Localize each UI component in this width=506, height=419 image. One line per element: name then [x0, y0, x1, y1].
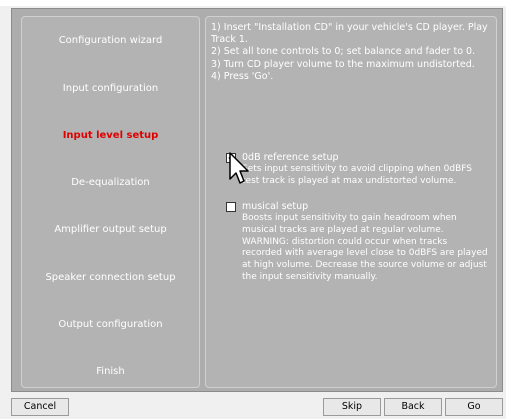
checkbox-0db-reference[interactable]: ✓ — [226, 153, 236, 163]
nav-item-finish[interactable]: Finish — [22, 366, 199, 377]
instruction-line-4: 4) Press 'Go'. — [211, 70, 274, 82]
back-button[interactable]: Back — [384, 398, 442, 416]
cancel-button[interactable]: Cancel — [11, 398, 69, 416]
instruction-line-3: 3) Turn CD player volume to the maximum … — [211, 58, 475, 70]
content-panel: 1) Insert "Installation CD" in your vehi… — [205, 16, 497, 388]
option-title-0db-reference[interactable]: 0dB reference setup — [242, 152, 339, 163]
window-top-border — [0, 0, 506, 6]
skip-button[interactable]: Skip — [323, 398, 381, 416]
nav-item-speaker-connection-setup[interactable]: Speaker connection setup — [22, 272, 199, 283]
checkbox-musical-setup[interactable] — [226, 202, 236, 212]
option-desc-musical-setup: Boosts input sensitivity to gain headroo… — [242, 213, 488, 282]
nav-item-input-configuration[interactable]: Input configuration — [22, 83, 199, 94]
nav-item-amplifier-output-setup[interactable]: Amplifier output setup — [22, 224, 199, 235]
instruction-line-2: 2) Set all tone controls to 0; set balan… — [211, 46, 476, 58]
instructions-text: 1) Insert "Installation CD" in your vehi… — [211, 22, 495, 83]
wizard-window: Configuration wizard Input configuration… — [0, 0, 506, 419]
option-title-musical-setup[interactable]: musical setup — [242, 201, 308, 212]
nav-item-configuration-wizard[interactable]: Configuration wizard — [22, 35, 199, 46]
go-button[interactable]: Go — [445, 398, 503, 416]
option-desc-0db-reference: Sets input sensitivity to avoid clipping… — [242, 164, 473, 186]
instruction-line-1: 1) Insert "Installation CD" in your vehi… — [211, 22, 488, 46]
nav-item-output-configuration[interactable]: Output configuration — [22, 319, 199, 330]
nav-item-input-level-setup[interactable]: Input level setup — [22, 130, 199, 141]
nav-panel: Configuration wizard Input configuration… — [21, 16, 200, 388]
nav-item-de-equalization[interactable]: De-equalization — [22, 177, 199, 188]
